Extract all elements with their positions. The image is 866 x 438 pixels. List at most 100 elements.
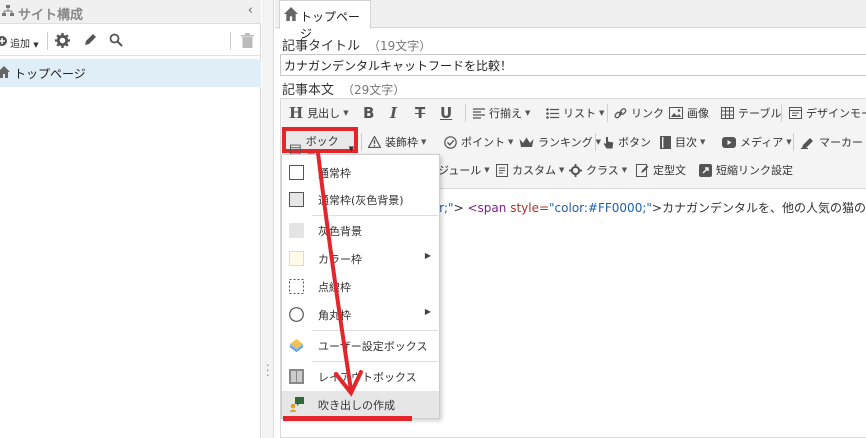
short-link-button[interactable]: 短縮リンク設定 <box>699 159 793 181</box>
site-structure-panel: サイト構成 ‹ 追加 ▼ トップページ <box>0 0 261 438</box>
toolbar-divider <box>465 104 466 122</box>
toc-icon <box>660 135 671 149</box>
class-button[interactable]: クラス ▼ <box>569 159 627 181</box>
tree-item-top-page[interactable]: トップページ <box>0 59 261 87</box>
article-title-label: 記事タイトル （19文字） <box>282 39 432 54</box>
align-icon <box>473 107 485 119</box>
link-button[interactable]: リンク <box>614 102 664 124</box>
home-icon <box>284 7 298 24</box>
underline-button[interactable]: U <box>440 102 452 124</box>
image-button[interactable]: 画像 <box>669 102 709 124</box>
rounded-frame-icon <box>289 307 304 325</box>
trash-icon[interactable] <box>241 33 254 51</box>
toolbar-divider <box>230 32 231 50</box>
normal-frame-icon <box>289 165 304 183</box>
sidebar-toolbar: 追加 ▼ <box>0 26 261 56</box>
tab-bar: トップページ <box>275 0 866 41</box>
warning-icon <box>368 136 381 148</box>
marker-icon <box>801 137 813 149</box>
user-box-icon <box>289 338 304 355</box>
menu-item-normal-frame[interactable]: 通常枠 <box>282 159 439 186</box>
toolbar-divider <box>781 104 782 122</box>
heading-icon: H <box>289 104 304 122</box>
menu-item-rounded-frame[interactable]: 角丸枠 ▶ <box>282 301 439 328</box>
menu-item-gray-bg[interactable]: 灰色背景 <box>282 217 439 244</box>
bold-button[interactable]: B <box>363 102 374 124</box>
splitter-grip-icon[interactable]: · · · <box>266 360 270 381</box>
article-title-input[interactable] <box>280 54 866 76</box>
table-icon <box>721 107 734 119</box>
class-gear-icon <box>569 163 582 177</box>
menu-item-color-frame[interactable]: カラー枠 ▶ <box>282 245 439 272</box>
point-button[interactable]: ポイント ▼ <box>444 131 513 153</box>
decoration-frame-button[interactable]: 装飾枠 ▼ <box>368 131 426 153</box>
box-dropdown-menu: 通常枠 通常枠(灰色背景) 灰色背景 カラー枠 ▶ 点線枠 角丸枠 ▶ ユーザー… <box>281 154 440 419</box>
template-icon <box>636 163 649 177</box>
short-link-icon <box>699 163 712 177</box>
sidebar-title: サイト構成 <box>18 8 84 23</box>
tab-top-page[interactable]: トップページ <box>279 0 371 41</box>
body-char-count: （29文字） <box>342 83 406 97</box>
module-button[interactable]: ジュール ▼ <box>438 159 490 181</box>
add-label: 追加 <box>10 39 30 50</box>
toc-button[interactable]: 目次 ▼ <box>660 131 705 153</box>
box-button[interactable]: ボックス▼ <box>282 127 358 164</box>
table-button[interactable]: テーブル <box>721 102 781 124</box>
italic-button[interactable]: I <box>390 102 397 124</box>
home-icon <box>0 66 10 81</box>
pointer-hand-icon <box>603 136 614 148</box>
design-mode-button[interactable]: デザインモード <box>789 102 866 124</box>
submenu-arrow-icon: ▶ <box>424 251 431 260</box>
speech-bubble-icon <box>289 396 305 415</box>
menu-divider <box>312 361 438 362</box>
design-mode-icon <box>789 107 802 119</box>
sidebar-header: サイト構成 ‹ <box>0 0 261 24</box>
toolbar-divider <box>361 133 362 151</box>
gear-icon[interactable] <box>55 33 70 51</box>
dotted-frame-icon <box>289 279 304 297</box>
menu-item-layout-box[interactable]: レイアウトボックス <box>282 363 439 390</box>
marker-button[interactable]: マーカー▼ <box>801 131 866 153</box>
add-button[interactable]: 追加 ▼ <box>10 35 39 50</box>
add-icon[interactable] <box>0 35 7 49</box>
custom-button[interactable]: カスタム ▼ <box>496 159 564 181</box>
check-circle-icon <box>444 135 457 149</box>
toolbar-divider <box>607 104 608 122</box>
layout-box-icon <box>289 369 304 387</box>
align-button[interactable]: 行揃え ▼ <box>473 102 530 124</box>
toolbar-divider <box>793 133 794 151</box>
list-button[interactable]: リスト ▼ <box>546 102 604 124</box>
strikethrough-button[interactable]: T <box>415 102 425 124</box>
link-icon <box>614 107 627 118</box>
box-icon <box>290 144 301 154</box>
media-button[interactable]: メディア ▼ <box>722 131 792 153</box>
play-icon <box>722 136 736 148</box>
ranking-button[interactable]: ランキング ▼ <box>519 131 601 153</box>
search-icon[interactable] <box>109 33 123 50</box>
menu-item-dotted-frame[interactable]: 点線枠 <box>282 273 439 300</box>
button-insert-button[interactable]: ボタン <box>603 131 651 153</box>
sitemap-icon <box>2 5 14 20</box>
menu-divider <box>312 330 438 331</box>
custom-icon <box>496 163 508 177</box>
list-icon <box>546 107 559 119</box>
template-text-button[interactable]: 定型文 <box>636 159 686 181</box>
crown-icon <box>519 137 534 147</box>
toolbar-divider <box>47 32 48 50</box>
color-frame-icon <box>289 251 304 269</box>
tree-item-label: トップページ <box>14 67 86 81</box>
gray-bg-icon <box>289 223 304 241</box>
heading-button[interactable]: H 見出し ▼ <box>289 102 349 124</box>
pencil-icon[interactable] <box>83 33 97 50</box>
menu-divider <box>312 215 438 216</box>
menu-item-normal-frame-gray[interactable]: 通常枠(灰色背景) <box>282 186 439 213</box>
submenu-arrow-icon: ▶ <box>424 307 431 316</box>
article-body-label: 記事本文 （29文字） <box>282 83 406 98</box>
menu-item-speech-bubble[interactable]: 吹き出しの作成 <box>282 391 439 418</box>
editor-code-line: enter;"> <span style="color:#FF0000;">カナ… <box>412 201 866 215</box>
toolbar-divider <box>595 133 596 151</box>
collapse-icon[interactable]: ‹ <box>248 3 253 18</box>
gray-frame-icon <box>289 192 304 210</box>
menu-item-user-box[interactable]: ユーザー設定ボックス <box>282 332 439 359</box>
image-icon <box>669 107 683 119</box>
